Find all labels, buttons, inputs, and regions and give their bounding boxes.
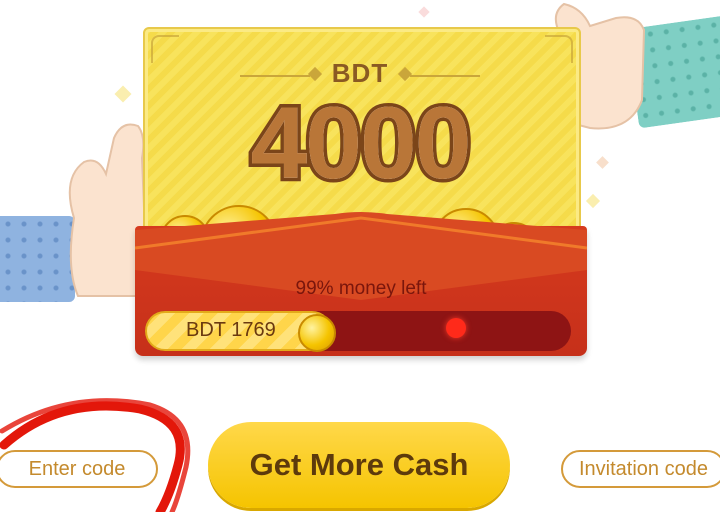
enter-code-button[interactable]: Enter code [0, 450, 158, 488]
get-more-cash-button[interactable]: Get More Cash [208, 422, 510, 508]
invitation-code-button[interactable]: Invitation code [561, 450, 720, 488]
reward-amount: 4000 [247, 86, 475, 200]
money-left-text: 99% money left [295, 278, 427, 299]
title-divider [410, 75, 480, 77]
currency-label: BDT [331, 58, 389, 88]
coin-icon [298, 314, 336, 352]
confetti-decoration [585, 193, 601, 209]
notification-dot [446, 318, 466, 338]
confetti-decoration [418, 6, 430, 18]
progress-amount: BDT 1769 [186, 319, 276, 341]
